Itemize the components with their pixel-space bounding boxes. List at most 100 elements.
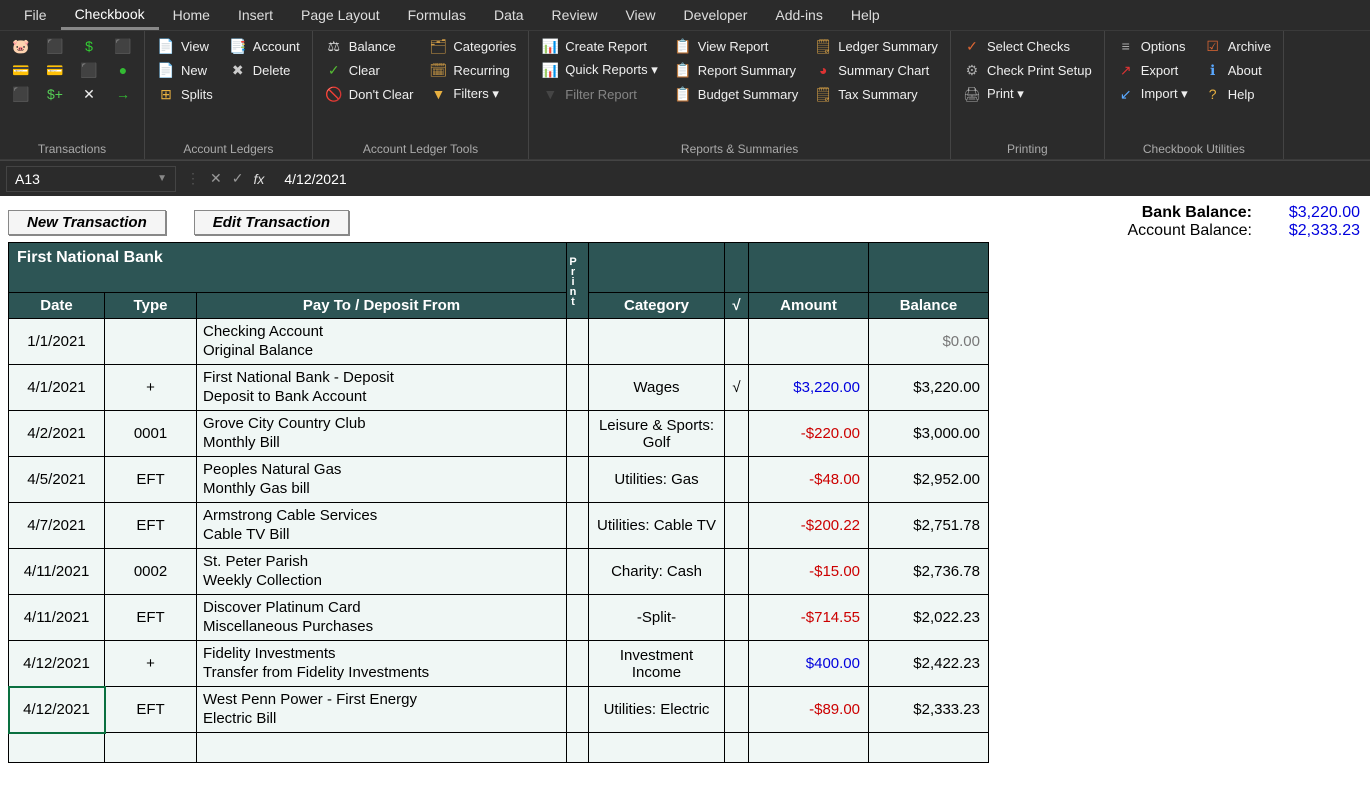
cell-payto[interactable]: First National Bank - DepositDeposit to … (197, 365, 567, 411)
cancel-icon[interactable]: ✕ (210, 170, 222, 187)
ribbon-btn--[interactable]: 🐷 (6, 35, 36, 57)
cell-date[interactable]: 4/11/2021 (9, 549, 105, 595)
ribbon-btn-import-[interactable]: ↙Import ▾ (1111, 83, 1194, 105)
cell-type[interactable]: EFT (105, 687, 197, 733)
ribbon-btn-export[interactable]: ↗Export (1111, 59, 1194, 81)
cell-payto[interactable]: St. Peter ParishWeekly Collection (197, 549, 567, 595)
cell-check[interactable] (725, 319, 749, 365)
menu-page-layout[interactable]: Page Layout (287, 2, 394, 28)
menu-developer[interactable]: Developer (670, 2, 762, 28)
cell-amount[interactable]: -$89.00 (749, 687, 869, 733)
cell-print[interactable] (567, 687, 589, 733)
cell-print[interactable] (567, 503, 589, 549)
ribbon-btn-create-report[interactable]: 📊Create Report (535, 35, 664, 57)
table-row[interactable]: 4/5/2021EFTPeoples Natural GasMonthly Ga… (9, 457, 989, 503)
cell-category[interactable]: Utilities: Electric (589, 687, 725, 733)
ribbon-btn-view-report[interactable]: 📋View Report (668, 35, 804, 57)
cell-check[interactable] (725, 457, 749, 503)
cell-category[interactable]: Utilities: Cable TV (589, 503, 725, 549)
edit-transaction-button[interactable]: Edit Transaction (194, 210, 349, 235)
cell-category[interactable]: Utilities: Gas (589, 457, 725, 503)
cell-balance[interactable]: $2,422.23 (869, 641, 989, 687)
cell-amount[interactable]: -$200.22 (749, 503, 869, 549)
cell-type[interactable]: EFT (105, 457, 197, 503)
cell-category[interactable]: Charity: Cash (589, 549, 725, 595)
cell-type[interactable] (105, 319, 197, 365)
cell-balance[interactable]: $2,751.78 (869, 503, 989, 549)
ribbon-btn-recurring[interactable]: 🗓Recurring (423, 59, 522, 81)
menu-review[interactable]: Review (538, 2, 612, 28)
ribbon-btn-delete[interactable]: ✖Delete (223, 59, 306, 81)
menu-file[interactable]: File (10, 2, 61, 28)
cell-amount[interactable]: $400.00 (749, 641, 869, 687)
cell-date[interactable]: 4/12/2021 (9, 641, 105, 687)
menu-view[interactable]: View (611, 2, 669, 28)
table-row[interactable]: 4/12/2021+Fidelity InvestmentsTransfer f… (9, 641, 989, 687)
cell-category[interactable]: -Split- (589, 595, 725, 641)
table-row[interactable]: 4/11/2021EFTDiscover Platinum CardMiscel… (9, 595, 989, 641)
ribbon-btn--[interactable]: ⬛ (6, 83, 36, 105)
cell-balance[interactable]: $2,022.23 (869, 595, 989, 641)
ribbon-btn--[interactable]: 💳 (6, 59, 36, 81)
cell-type[interactable]: + (105, 641, 197, 687)
cell-balance[interactable]: $2,736.78 (869, 549, 989, 595)
ribbon-btn-balance[interactable]: ⚖Balance (319, 35, 420, 57)
cell-amount[interactable]: -$15.00 (749, 549, 869, 595)
cell-date[interactable]: 4/1/2021 (9, 365, 105, 411)
ribbon-btn-about[interactable]: ℹAbout (1198, 59, 1277, 81)
ribbon-btn-account[interactable]: 📑Account (223, 35, 306, 57)
cell-print[interactable] (567, 641, 589, 687)
fx-icon[interactable]: fx (253, 171, 264, 187)
ribbon-btn--[interactable]: ⬛ (40, 35, 70, 57)
cell-balance[interactable]: $3,000.00 (869, 411, 989, 457)
table-row[interactable]: 4/11/20210002St. Peter ParishWeekly Coll… (9, 549, 989, 595)
cell-amount[interactable]: $3,220.00 (749, 365, 869, 411)
cell-amount[interactable]: -$220.00 (749, 411, 869, 457)
cell-print[interactable] (567, 595, 589, 641)
ribbon-btn-tax-summary[interactable]: 🗒Tax Summary (808, 83, 944, 105)
cell-category[interactable]: Investment Income (589, 641, 725, 687)
cell-balance[interactable]: $3,220.00 (869, 365, 989, 411)
cell-date[interactable]: 4/7/2021 (9, 503, 105, 549)
cell-amount[interactable] (749, 319, 869, 365)
ribbon-btn--[interactable]: 💳 (40, 59, 70, 81)
cell-date[interactable]: 4/11/2021 (9, 595, 105, 641)
cell-date[interactable]: 1/1/2021 (9, 319, 105, 365)
cell-balance[interactable]: $2,952.00 (869, 457, 989, 503)
cell-type[interactable]: EFT (105, 503, 197, 549)
cell-print[interactable] (567, 365, 589, 411)
table-row[interactable]: 4/1/2021+First National Bank - DepositDe… (9, 365, 989, 411)
cell-check[interactable]: √ (725, 365, 749, 411)
table-row[interactable] (9, 733, 989, 763)
cell-category[interactable]: Wages (589, 365, 725, 411)
ribbon-btn-check-print-setup[interactable]: ⚙Check Print Setup (957, 59, 1098, 81)
cell-payto[interactable]: Checking AccountOriginal Balance (197, 319, 567, 365)
cell-payto[interactable]: Peoples Natural GasMonthly Gas bill (197, 457, 567, 503)
cell-balance[interactable]: $0.00 (869, 319, 989, 365)
ribbon-btn-archive[interactable]: ☑Archive (1198, 35, 1277, 57)
cell-category[interactable] (589, 319, 725, 365)
ribbon-btn--[interactable]: $ (74, 35, 104, 57)
cell-check[interactable] (725, 687, 749, 733)
ribbon-btn-ledger-summary[interactable]: 🗒Ledger Summary (808, 35, 944, 57)
cell-check[interactable] (725, 595, 749, 641)
cell-print[interactable] (567, 457, 589, 503)
menu-data[interactable]: Data (480, 2, 538, 28)
cell-payto[interactable]: Fidelity InvestmentsTransfer from Fideli… (197, 641, 567, 687)
cell-print[interactable] (567, 549, 589, 595)
ribbon-btn-splits[interactable]: ⊞Splits (151, 83, 219, 105)
cell-date[interactable]: 4/5/2021 (9, 457, 105, 503)
ledger-table[interactable]: First National BankPrintDateTypePay To /… (8, 242, 989, 763)
cell-payto[interactable]: West Penn Power - First EnergyElectric B… (197, 687, 567, 733)
cell-print[interactable] (567, 319, 589, 365)
table-row[interactable]: 4/12/2021EFTWest Penn Power - First Ener… (9, 687, 989, 733)
menu-home[interactable]: Home (159, 2, 224, 28)
ribbon-btn-don-t-clear[interactable]: 🚫Don't Clear (319, 83, 420, 105)
ribbon-btn-clear[interactable]: ✓Clear (319, 59, 420, 81)
new-transaction-button[interactable]: New Transaction (8, 210, 166, 235)
ribbon-btn--[interactable]: $+ (40, 83, 70, 105)
ribbon-btn-summary-chart[interactable]: ◕Summary Chart (808, 59, 944, 81)
ribbon-btn--[interactable]: ✕ (74, 83, 104, 105)
cell-balance[interactable]: $2,333.23 (869, 687, 989, 733)
cell-date[interactable]: 4/12/2021 (9, 687, 105, 733)
